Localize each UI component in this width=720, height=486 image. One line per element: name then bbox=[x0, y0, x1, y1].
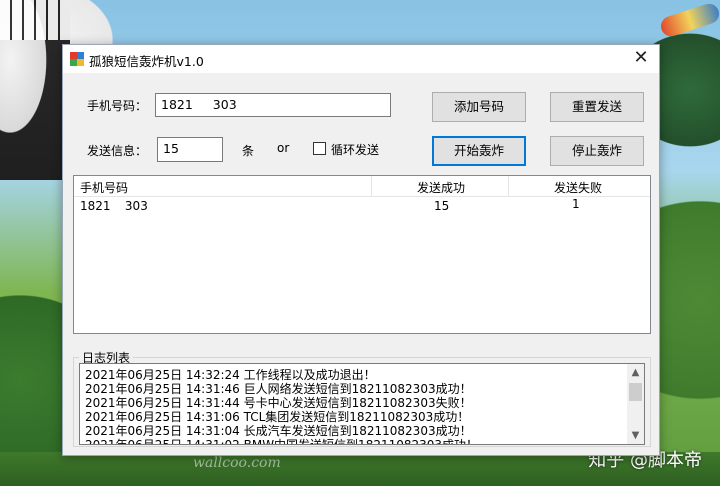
row-success: 15 bbox=[434, 199, 450, 213]
start-bomb-button[interactable]: 开始轰炸 bbox=[432, 136, 526, 166]
column-success[interactable]: 发送成功 bbox=[417, 179, 465, 196]
column-divider bbox=[371, 176, 372, 196]
or-text: or bbox=[277, 141, 290, 155]
phone-input[interactable]: 1821 303 bbox=[155, 93, 391, 117]
column-phone[interactable]: 手机号码 bbox=[80, 179, 128, 196]
table-header: 手机号码 发送成功 发送失败 bbox=[74, 176, 650, 197]
title-bar[interactable]: 孤狼短信轰炸机v1.0 ✕ bbox=[63, 45, 659, 73]
app-window: 孤狼短信轰炸机v1.0 ✕ 手机号码： 1821 303 添加号码 重置发送 发… bbox=[62, 44, 660, 456]
close-icon[interactable]: ✕ bbox=[631, 48, 651, 68]
log-scrollbar[interactable]: ▲ ▼ bbox=[627, 364, 644, 444]
loop-checkbox[interactable] bbox=[313, 142, 326, 155]
loop-label[interactable]: 循环发送 bbox=[331, 141, 379, 158]
log-line: 2021年06月25日 14:31:02 BMW中国发送短信到182110823… bbox=[85, 438, 479, 445]
count-unit: 条 bbox=[242, 144, 255, 158]
column-divider bbox=[508, 176, 509, 196]
count-input[interactable]: 15 bbox=[157, 137, 223, 162]
wallpaper-kite bbox=[658, 1, 720, 39]
reset-send-button[interactable]: 重置发送 bbox=[550, 92, 644, 122]
phone-label: 手机号码： bbox=[87, 99, 148, 113]
add-number-button[interactable]: 添加号码 bbox=[432, 92, 526, 122]
scroll-down-icon[interactable]: ▼ bbox=[627, 427, 644, 444]
scroll-up-icon[interactable]: ▲ bbox=[627, 364, 644, 381]
wallpaper-watermark: wallcoo.com bbox=[193, 455, 281, 471]
scroll-thumb[interactable] bbox=[629, 383, 642, 401]
column-fail[interactable]: 发送失败 bbox=[554, 179, 602, 196]
wallpaper-teeth bbox=[0, 0, 70, 40]
phone-list-table[interactable]: 手机号码 发送成功 发送失败 1821 303 15 1 bbox=[73, 175, 651, 334]
row-fail: 1 bbox=[572, 197, 580, 211]
log-group: 日志列表 2021年06月25日 14:32:24 工作线程以及成功退出！ 20… bbox=[73, 349, 651, 447]
message-label: 发送信息： bbox=[87, 144, 148, 158]
log-textarea[interactable]: 2021年06月25日 14:32:24 工作线程以及成功退出！ 2021年06… bbox=[79, 363, 645, 445]
row-phone: 1821 303 bbox=[80, 199, 148, 213]
window-title: 孤狼短信轰炸机v1.0 bbox=[89, 54, 204, 69]
stop-bomb-button[interactable]: 停止轰炸 bbox=[550, 136, 644, 166]
app-icon bbox=[70, 52, 84, 66]
